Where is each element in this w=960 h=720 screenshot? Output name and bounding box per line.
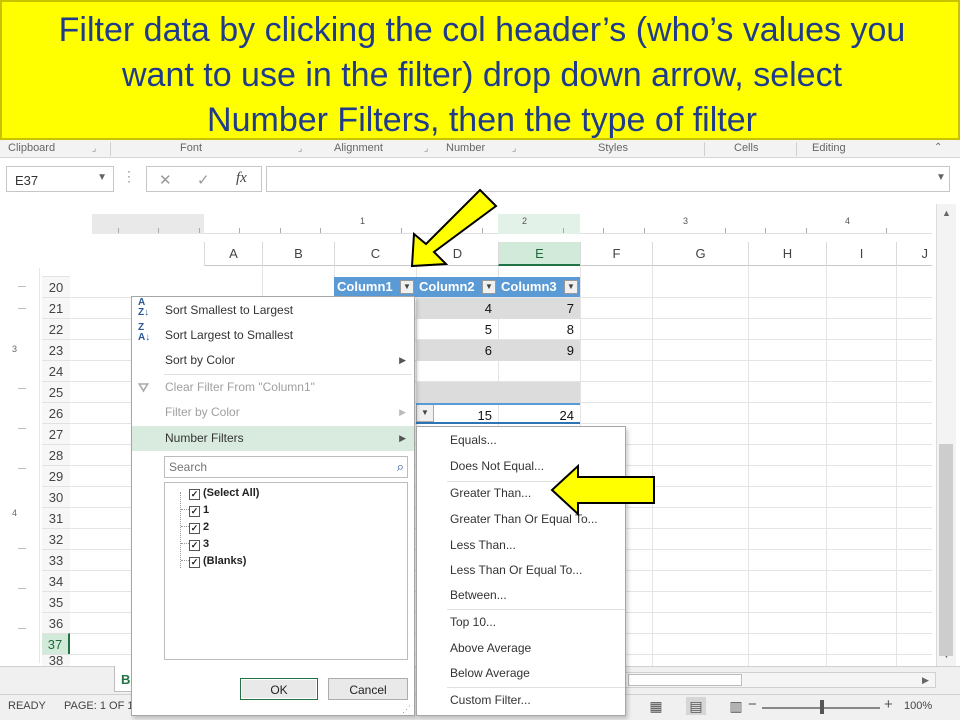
instruction-line: Number Filters, then the type of filter [207,101,757,139]
arrow-to-greater-than-icon [550,463,655,517]
instruction-text: Filter data by clicking the col header’s… [2,8,960,143]
instruction-line: want to use in the filter) drop down arr… [121,56,843,94]
arrow-to-column1-dropdown-icon [410,188,498,268]
instruction-line: Filter data by clicking the col header’s… [58,11,906,49]
instruction-banner: Filter data by clicking the col header’s… [0,0,960,140]
